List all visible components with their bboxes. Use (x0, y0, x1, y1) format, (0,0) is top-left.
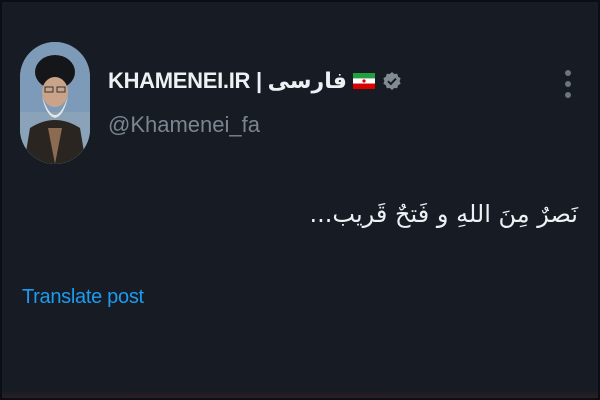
more-options-button[interactable] (556, 70, 580, 110)
author-handle[interactable]: @Khamenei_fa (108, 112, 260, 138)
author-name-row: KHAMENEI.IR | فارسی (108, 66, 402, 96)
avatar[interactable] (20, 42, 90, 164)
avatar-photo (20, 42, 90, 164)
display-name[interactable]: KHAMENEI.IR | فارسی (108, 68, 347, 94)
iran-flag-icon (352, 73, 375, 89)
more-vertical-icon (565, 70, 571, 76)
translate-post-link[interactable]: Translate post (22, 286, 144, 309)
verified-badge-icon[interactable] (382, 71, 402, 91)
post-card: KHAMENEI.IR | فارسی @Khamenei_fa نَصرٌ م… (0, 0, 600, 400)
card-bottom-edge (2, 390, 598, 398)
post-text: نَصرٌ مِنَ اللهِ و فَتحٌ قَریب... (309, 200, 578, 228)
